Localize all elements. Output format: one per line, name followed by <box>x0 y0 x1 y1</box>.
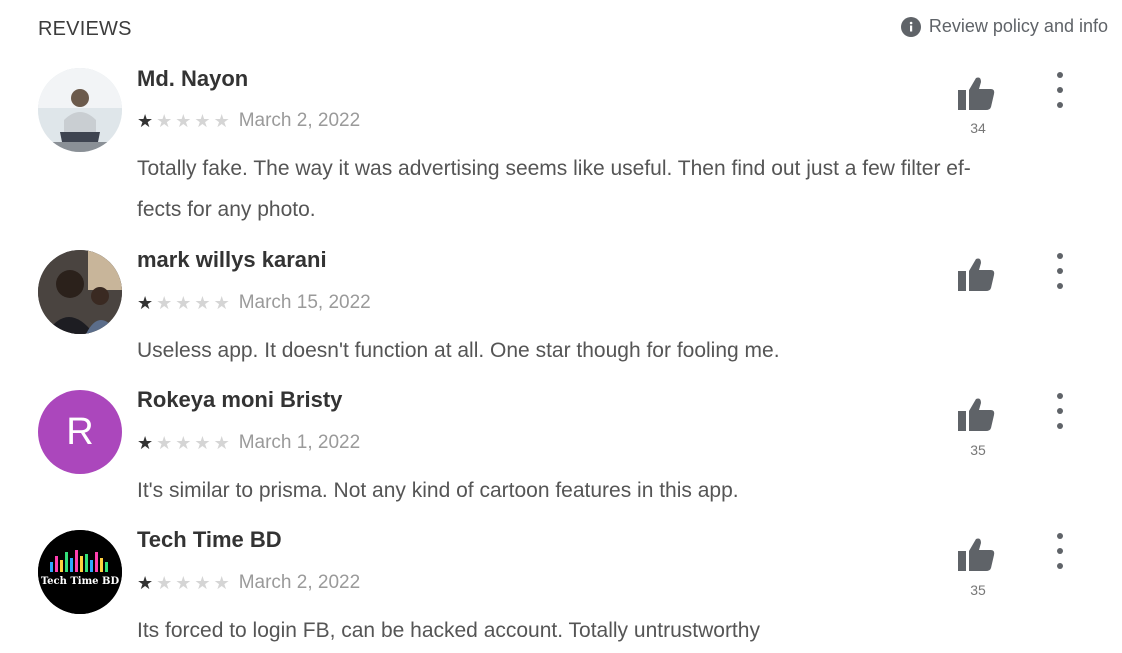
avatar: Tech Time BD <box>38 530 122 614</box>
star-rating: ★ ★ ★ ★ ★ March 2, 2022 <box>137 572 360 594</box>
star-rating: ★ ★ ★ ★ ★ March 15, 2022 <box>137 292 371 314</box>
review-text-line: It's similar to prisma. Not any kind of … <box>137 479 739 502</box>
review-text-line: Useless app. It doesn't function at all.… <box>137 339 780 362</box>
star-empty-icon: ★ <box>156 293 173 313</box>
review-date: March 15, 2022 <box>238 292 371 313</box>
more-options-icon[interactable] <box>1050 393 1070 429</box>
review-text-line: fects for any photo. <box>137 198 316 221</box>
star-filled-icon: ★ <box>137 573 154 593</box>
thumbs-up-icon[interactable] <box>954 533 998 577</box>
star-empty-icon: ★ <box>213 573 230 593</box>
star-empty-icon: ★ <box>213 433 230 453</box>
star-empty-icon: ★ <box>213 293 230 313</box>
review-item: Tech Time BD Tech Time BD ★ ★ ★ ★ ★ Marc… <box>0 0 1122 642</box>
helpful-count: 35 <box>970 442 986 458</box>
review-text: It's similar to prisma. Not any kind of … <box>137 470 1097 511</box>
star-empty-icon: ★ <box>194 293 211 313</box>
star-empty-icon: ★ <box>175 433 192 453</box>
avatar-logo-text: Tech Time BD <box>41 576 120 587</box>
review-author: Tech Time BD <box>137 527 282 552</box>
helpful-count: 35 <box>970 582 986 598</box>
star-filled-icon: ★ <box>137 293 154 313</box>
avatar <box>38 250 122 334</box>
star-empty-icon: ★ <box>194 433 211 453</box>
more-options-icon[interactable] <box>1050 533 1070 569</box>
review-text: Its forced to login FB, can be hacked ac… <box>137 610 1097 651</box>
avatar-letter: R <box>66 410 94 453</box>
review-author: Rokeya moni Bristy <box>137 387 343 412</box>
star-empty-icon: ★ <box>156 433 173 453</box>
review-text: Totally fake. The way it was advertising… <box>137 148 1097 230</box>
thumbs-up-icon[interactable] <box>954 393 998 437</box>
star-empty-icon: ★ <box>175 293 192 313</box>
review-date: March 2, 2022 <box>238 572 361 593</box>
star-empty-icon: ★ <box>175 573 192 593</box>
star-filled-icon: ★ <box>137 433 154 453</box>
star-rating: ★ ★ ★ ★ ★ March 1, 2022 <box>137 432 360 454</box>
review-author: mark willys karani <box>137 247 327 272</box>
more-options-icon[interactable] <box>1050 253 1070 289</box>
star-empty-icon: ★ <box>156 573 173 593</box>
star-empty-icon: ★ <box>194 573 211 593</box>
review-text-line: Its forced to login FB, can be hacked ac… <box>137 619 760 642</box>
review-date: March 1, 2022 <box>238 432 361 453</box>
review-text-line: Totally fake. The way it was advertising… <box>137 157 971 180</box>
review-text: Useless app. It doesn't function at all.… <box>137 330 1097 371</box>
avatar: R <box>38 390 122 474</box>
thumbs-up-icon[interactable] <box>954 253 998 297</box>
